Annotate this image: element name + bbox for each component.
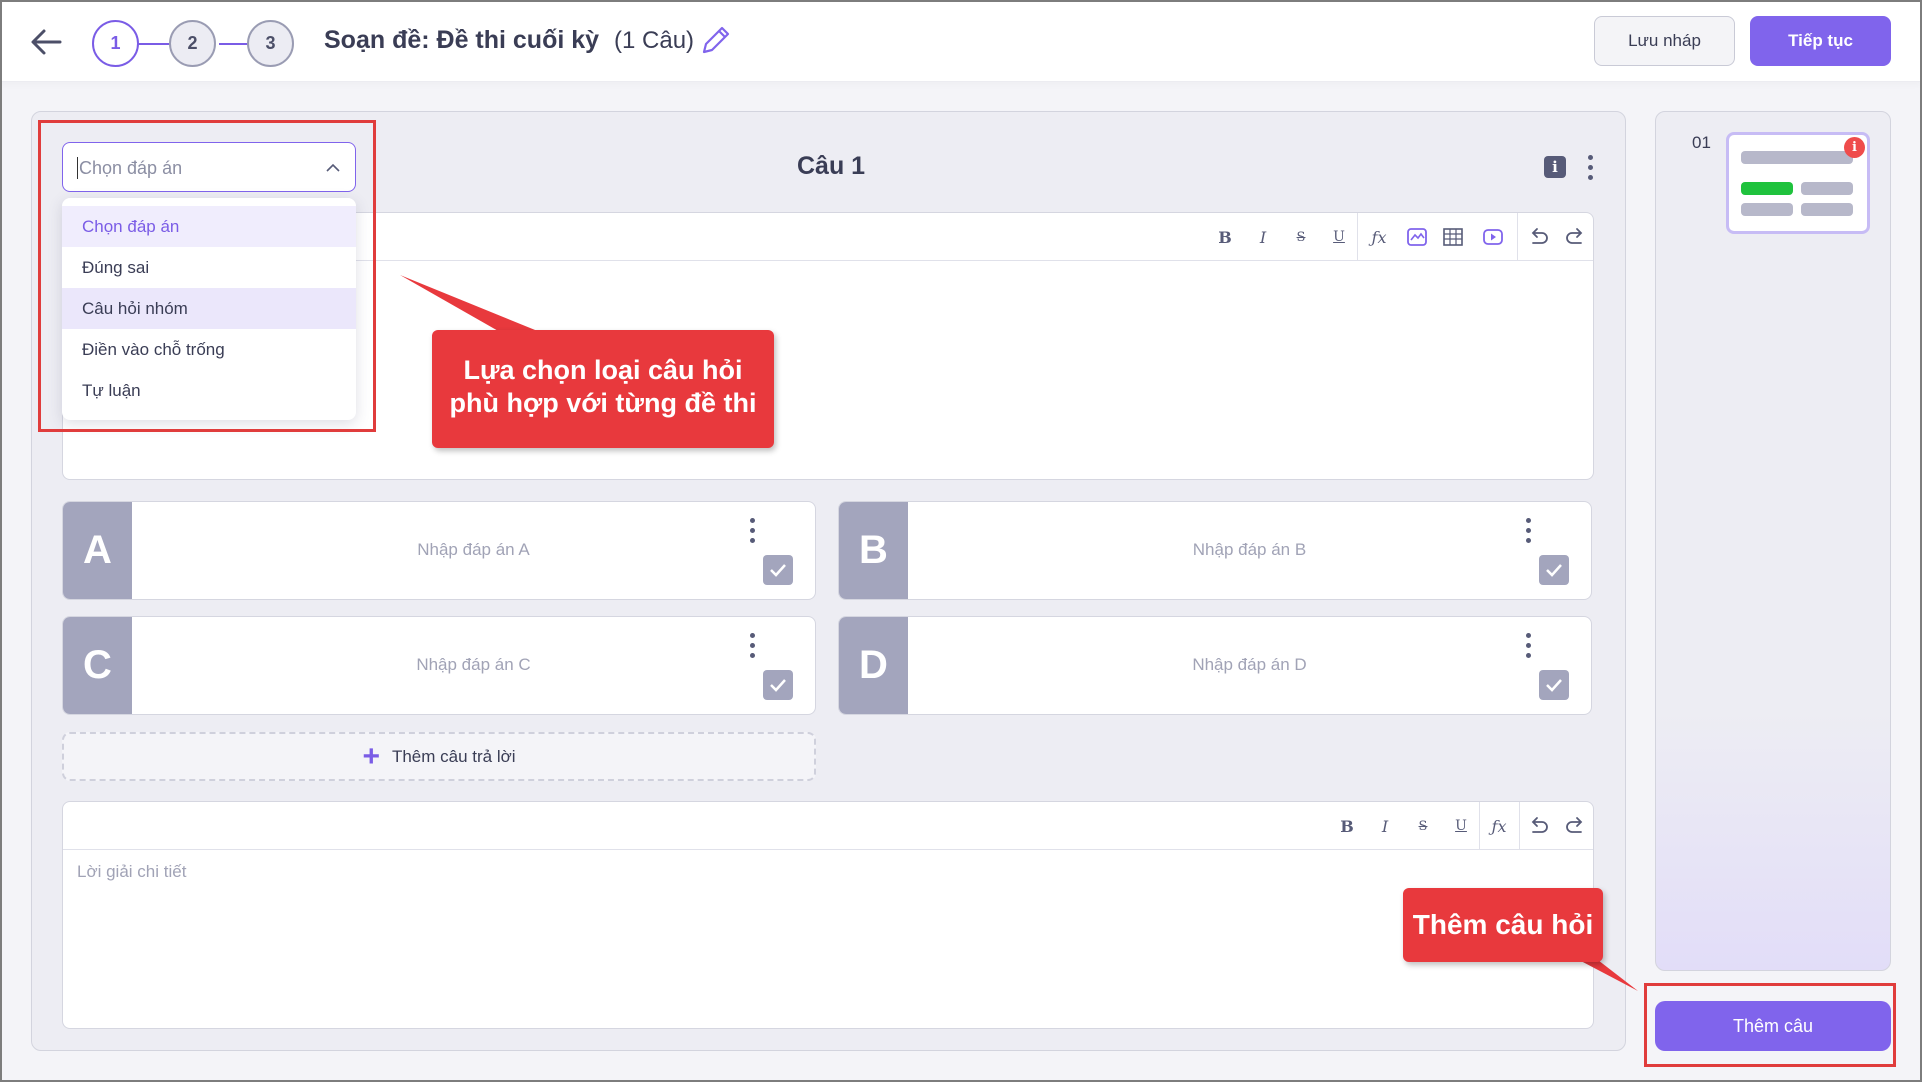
screenshot-border <box>0 0 1922 1082</box>
